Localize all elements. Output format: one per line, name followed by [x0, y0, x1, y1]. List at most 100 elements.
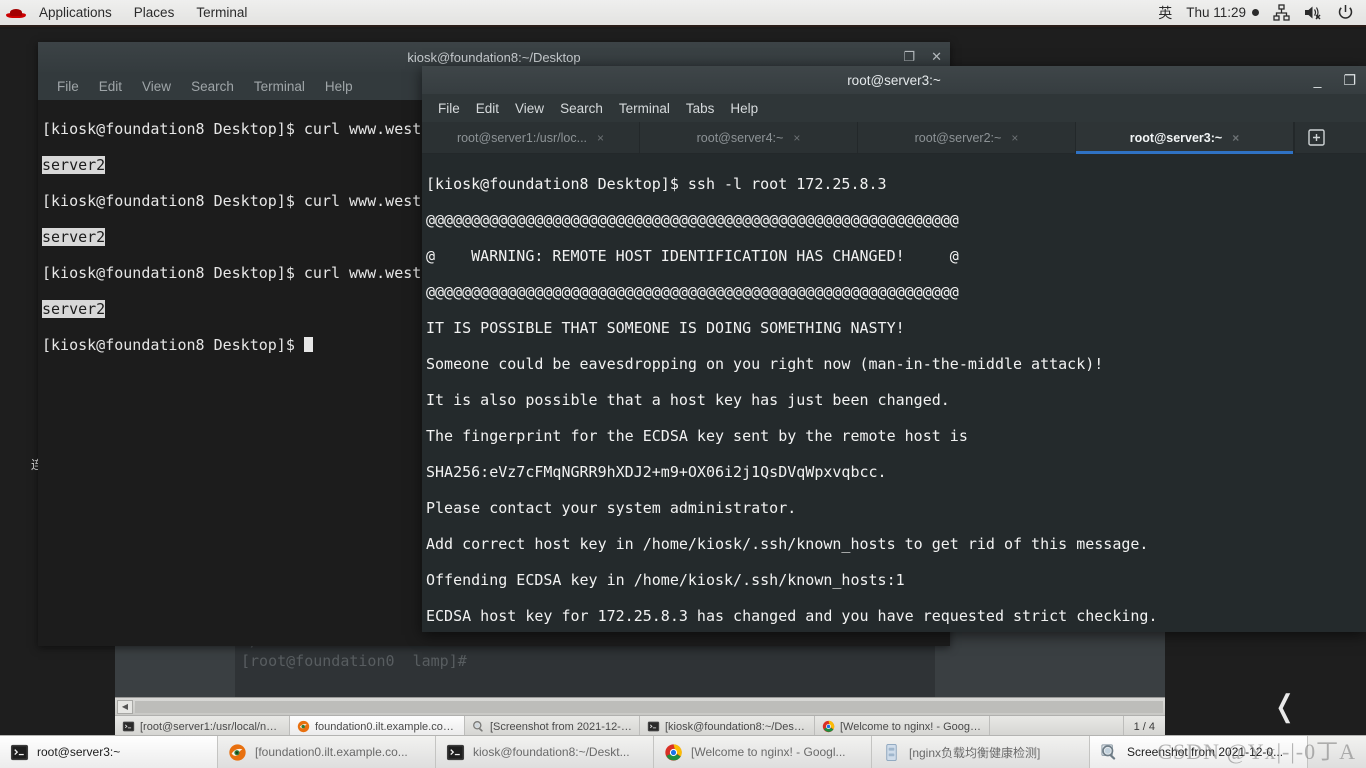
desktop-screen: Size 1366 × 768 pixels Type PNG image Fi…: [0, 0, 1366, 768]
menu-terminal[interactable]: Terminal: [245, 76, 314, 97]
vnc-task-item[interactable]: [Welcome to nginx! - Google Chro...: [815, 716, 990, 737]
root-window-title: root@server3:~: [847, 72, 941, 88]
terminal-line: @ WARNING: REMOTE HOST IDENTIFICATION HA…: [426, 247, 959, 265]
files-icon: [886, 743, 897, 761]
terminal-line: IT IS POSSIBLE THAT SOMEONE IS DOING SOM…: [426, 319, 905, 337]
terminal-line: It is also possible that a host key has …: [426, 391, 950, 409]
taskbar-label: Screenshot from 2021-12-0...: [1127, 745, 1284, 759]
vnc-task-label: [Screenshot from 2021-12-09 09-...: [490, 720, 632, 733]
terminal-line: Add correct host key in /home/kiosk/.ssh…: [426, 535, 1149, 553]
vnc-pager[interactable]: 1 / 4: [1122, 716, 1165, 737]
taskbar-label: root@server3:~: [37, 745, 121, 759]
terminal-line: [kiosk@foundation8 Desktop]$ curl www.we…: [42, 192, 476, 210]
close-icon[interactable]: ×: [1232, 131, 1239, 145]
terminal-line: [kiosk@foundation8 Desktop]$ curl www.we…: [42, 264, 476, 282]
vnc-task-item[interactable]: foundation0.ilt.example.com:8 (kios...: [290, 716, 465, 737]
taskbar-label: [Welcome to nginx! - Googl...: [691, 745, 846, 759]
vnc-task-label: [kiosk@foundation8:~/Desktop]: [665, 720, 807, 733]
minimize-icon[interactable]: _: [1314, 72, 1322, 88]
top-panel-right: 英 Thu 11:29: [1158, 3, 1366, 23]
root-titlebar[interactable]: root@server3:~ _ ❐: [422, 66, 1366, 94]
screenshot-icon: [1101, 743, 1116, 760]
close-icon[interactable]: ×: [597, 131, 604, 145]
vnc-taskbar: [root@server1:/usr/local/nginx/sbin] fou…: [115, 715, 1165, 737]
tab-root-server4[interactable]: root@server4:~ ×: [640, 122, 858, 153]
terminal-line: ECDSA host key for 172.25.8.3 has change…: [426, 607, 1158, 625]
menu-applications[interactable]: Applications: [28, 2, 123, 23]
redhat-logo-icon: [6, 5, 26, 21]
menu-file[interactable]: File: [430, 98, 468, 119]
terminal-window-root-server3[interactable]: root@server3:~ _ ❐ File Edit View Search…: [422, 66, 1366, 632]
menu-terminal[interactable]: Terminal: [611, 98, 678, 119]
terminal-line: The fingerprint for the ECDSA key sent b…: [426, 427, 968, 445]
vnc-scroll-bar[interactable]: ◀: [115, 697, 1165, 715]
firefox-icon: [229, 743, 246, 761]
tab-root-server3[interactable]: root@server3:~ ×: [1076, 122, 1294, 154]
menu-terminal[interactable]: Terminal: [185, 2, 258, 23]
menu-file[interactable]: File: [48, 76, 88, 97]
terminal-icon: [647, 721, 660, 732]
menu-places[interactable]: Places: [123, 2, 186, 23]
vnc-task-item[interactable]: [Screenshot from 2021-12-09 09-...: [465, 716, 640, 737]
new-tab-icon[interactable]: [1294, 122, 1338, 153]
terminal-line-selected: server2: [42, 300, 106, 318]
terminal-icon: [122, 721, 135, 732]
menu-help[interactable]: Help: [316, 76, 362, 97]
taskbar-item-root-server3[interactable]: root@server3:~: [0, 736, 218, 768]
chrome-icon: [665, 743, 682, 761]
close-icon[interactable]: ×: [1011, 131, 1018, 145]
maximize-icon[interactable]: ❐: [903, 49, 915, 65]
taskbar-item-kiosk-terminal[interactable]: kiosk@foundation8:~/Deskt...: [436, 736, 654, 768]
terminal-line: Please contact your system administrator…: [426, 499, 797, 517]
volume-muted-icon[interactable]: [1304, 4, 1323, 21]
network-icon[interactable]: [1273, 4, 1290, 21]
tab-label: root@server4:~: [696, 130, 784, 145]
menu-search[interactable]: Search: [552, 98, 611, 119]
vnc-task-label: [Welcome to nginx! - Google Chro...: [840, 720, 982, 733]
root-menubar: File Edit View Search Terminal Tabs Help: [422, 94, 1366, 122]
root-terminal-output[interactable]: [kiosk@foundation8 Desktop]$ ssh -l root…: [422, 154, 1366, 632]
input-method-indicator[interactable]: 英: [1158, 3, 1172, 23]
close-icon[interactable]: ×: [793, 131, 800, 145]
kiosk-window-title: kiosk@foundation8:~/Desktop: [407, 49, 581, 65]
tab-root-server2[interactable]: root@server2:~ ×: [858, 122, 1076, 153]
clock[interactable]: Thu 11:29: [1186, 5, 1259, 20]
scroll-track[interactable]: [135, 700, 1163, 713]
taskbar-item-chrome[interactable]: [Welcome to nginx! - Googl...: [654, 736, 872, 768]
taskbar-item-files[interactable]: [nginx负载均衡健康检测]: [872, 736, 1090, 768]
vnc-task-item[interactable]: [root@server1:/usr/local/nginx/sbin]: [115, 716, 290, 737]
firefox-icon: [297, 720, 310, 733]
terminal-line: [kiosk@foundation8 Desktop]$ ssh -l root…: [426, 175, 887, 193]
menu-tabs[interactable]: Tabs: [678, 98, 723, 119]
top-panel-left: Applications Places Terminal: [0, 2, 258, 23]
menu-view[interactable]: View: [133, 76, 180, 97]
top-panel: Applications Places Terminal 英 Thu 11:29: [0, 0, 1366, 27]
taskbar-label: [nginx负载均衡健康检测]: [909, 745, 1041, 760]
vnc-task-item[interactable]: [kiosk@foundation8:~/Desktop]: [640, 716, 815, 737]
terminal-prompt: [kiosk@foundation8 Desktop]$: [42, 336, 304, 354]
terminal-line-selected: server2: [42, 156, 106, 174]
vnc-task-label: [root@server1:/usr/local/nginx/sbin]: [140, 720, 282, 733]
menu-view[interactable]: View: [507, 98, 552, 119]
menu-search[interactable]: Search: [182, 76, 243, 97]
menu-edit[interactable]: Edit: [468, 98, 507, 119]
menu-edit[interactable]: Edit: [90, 76, 131, 97]
maximize-icon[interactable]: ❐: [1343, 72, 1356, 89]
power-icon[interactable]: [1337, 4, 1354, 21]
close-icon[interactable]: ✕: [931, 49, 942, 65]
taskbar-item-firefox[interactable]: [foundation0.ilt.example.co...: [218, 736, 436, 768]
clock-label: Thu 11:29: [1186, 5, 1246, 20]
tab-root-server1[interactable]: root@server1:/usr/loc... ×: [422, 122, 640, 153]
tab-label: root@server3:~: [1129, 130, 1223, 145]
terminal-line-selected: server2: [42, 228, 106, 246]
bottom-taskbar: root@server3:~ [foundation0.ilt.example.…: [0, 735, 1366, 768]
menu-help[interactable]: Help: [722, 98, 766, 119]
screenshot-icon: [473, 721, 483, 732]
scroll-left-icon[interactable]: ◀: [117, 699, 133, 714]
terminal-icon: [10, 744, 29, 760]
taskbar-item-screenshot[interactable]: Screenshot from 2021-12-0...: [1090, 736, 1308, 768]
terminal-cursor: [303, 337, 313, 352]
tab-label: root@server1:/usr/loc...: [456, 130, 588, 145]
taskbar-label: [foundation0.ilt.example.co...: [255, 745, 408, 759]
terminal-line: @@@@@@@@@@@@@@@@@@@@@@@@@@@@@@@@@@@@@@@@…: [426, 211, 959, 229]
